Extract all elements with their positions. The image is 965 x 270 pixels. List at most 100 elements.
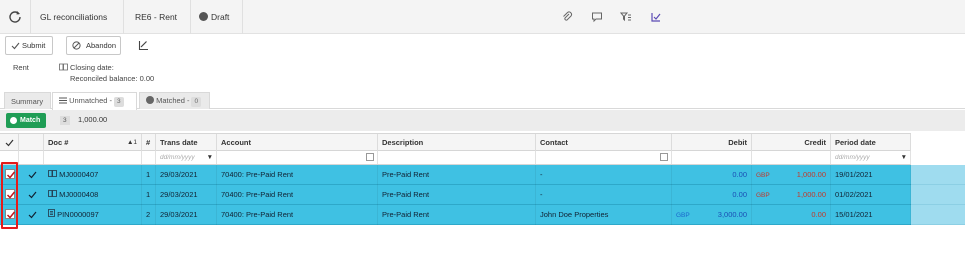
top-bar: GL reconciliations RE6 - Rent Draft (0, 0, 965, 34)
header-account[interactable]: Account (217, 134, 378, 151)
dropdown-arrow-icon[interactable]: ▼ (901, 151, 907, 164)
filter-doc[interactable] (44, 151, 142, 164)
period-date: 01/02/2021 (831, 185, 911, 205)
description-cell: Pre-Paid Rent (378, 205, 536, 225)
tasks-icon[interactable] (650, 11, 662, 23)
check-icon (5, 139, 14, 147)
table-row[interactable]: MJ0000407 1 29/03/2021 70400: Pre-Paid R… (0, 165, 965, 185)
submit-button[interactable]: Submit (5, 36, 53, 55)
expand-icon[interactable] (366, 153, 374, 161)
doc-number[interactable]: MJ0000407 (59, 170, 98, 179)
status-label: Draft (211, 12, 230, 22)
match-label: Match (20, 117, 41, 124)
refresh-icon[interactable] (8, 9, 22, 23)
header-contact[interactable]: Contact (536, 134, 672, 151)
closing-date-label: Closing date: (70, 63, 114, 72)
breadcrumb-root[interactable]: GL reconciliations (40, 0, 107, 34)
match-button[interactable]: Match (6, 113, 46, 128)
filter-trans-date[interactable]: dd/mm/yyyy ▼ (156, 151, 217, 164)
expand-icon[interactable] (660, 153, 668, 161)
abandon-label: Abandon (86, 41, 117, 50)
description-cell: Pre-Paid Rent (378, 185, 536, 205)
filter-period-date-placeholder: dd/mm/yyyy (835, 154, 870, 161)
debit-amount: 3,000.00 (717, 210, 747, 219)
filter-trans-date-placeholder: dd/mm/yyyy (160, 154, 195, 161)
draft-status-icon (199, 12, 208, 21)
header-status (19, 134, 44, 151)
tab-summary-label: Summary (11, 97, 44, 106)
breadcrumb-item[interactable]: RE6 - Rent (135, 0, 177, 34)
period-date: 19/01/2021 (831, 165, 911, 185)
doc-number[interactable]: MJ0000408 (59, 190, 98, 199)
row-overflow (911, 205, 965, 225)
account-cell: 70400: Pre-Paid Rent (217, 165, 378, 185)
book-icon (59, 63, 68, 71)
credit-currency: GBP (756, 192, 770, 199)
header-num[interactable]: # (142, 134, 156, 151)
debit-cell: 0.00 (672, 165, 752, 185)
check-icon (11, 42, 20, 50)
header-trans-date[interactable]: Trans date (156, 134, 217, 151)
submit-label: Submit (22, 41, 46, 50)
match-icon (10, 117, 17, 124)
selected-count-badge: 3 (60, 116, 70, 125)
tab-unmatched[interactable]: Unmatched -3 (52, 92, 137, 110)
comment-icon[interactable] (591, 11, 603, 23)
abandon-button[interactable]: Abandon (66, 36, 121, 55)
contact-cell: John Doe Properties (536, 205, 672, 225)
doc-number[interactable]: PIN0000097 (57, 210, 99, 219)
filter-icon[interactable] (620, 11, 632, 23)
header-debit[interactable]: Debit (672, 134, 752, 151)
match-bar: Match 3 1,000.00 (0, 110, 965, 131)
credit-cell: GBP 1,000.00 (752, 165, 831, 185)
unmatched-count-badge: 3 (114, 97, 124, 107)
invoice-icon (48, 209, 55, 217)
tab-unmatched-label: Unmatched - (69, 96, 113, 105)
chart-edit-icon[interactable] (138, 40, 149, 51)
action-bar: Submit Abandon (0, 34, 965, 58)
period-date: 15/01/2021 (831, 205, 911, 225)
filter-debit[interactable] (672, 151, 752, 164)
filter-credit[interactable] (752, 151, 831, 164)
tab-summary[interactable]: Summary (4, 92, 51, 109)
matched-check-icon (28, 191, 37, 199)
header-period-date[interactable]: Period date (831, 134, 911, 151)
tab-matched[interactable]: Matched -0 (139, 92, 210, 109)
line-number: 1 (142, 185, 156, 205)
trans-date: 29/03/2021 (156, 165, 217, 185)
filter-period-date[interactable]: dd/mm/yyyy ▼ (831, 151, 911, 164)
select-all-checkbox[interactable] (0, 134, 19, 151)
filter-account[interactable] (217, 151, 378, 164)
tab-matched-label: Matched - (156, 96, 190, 105)
credit-amount: 1,000.00 (796, 170, 826, 179)
line-number: 1 (142, 165, 156, 185)
header-doc[interactable]: Doc # ▲1 (44, 134, 142, 151)
table-row[interactable]: PIN0000097 2 29/03/2021 70400: Pre-Paid … (0, 205, 965, 225)
ban-icon (72, 41, 81, 50)
description-cell: Pre-Paid Rent (378, 165, 536, 185)
trans-date: 29/03/2021 (156, 205, 217, 225)
selection-highlight-box (1, 162, 18, 229)
filter-num[interactable] (142, 151, 156, 164)
debit-cell: 0.00 (672, 185, 752, 205)
account-cell: 70400: Pre-Paid Rent (217, 205, 378, 225)
filter-contact[interactable] (536, 151, 672, 164)
matched-check-icon (28, 171, 37, 179)
tab-bar: Summary Unmatched -3 Matched -0 (0, 90, 965, 110)
dropdown-arrow-icon[interactable]: ▼ (207, 151, 213, 164)
selected-total: 1,000.00 (78, 115, 108, 124)
header-doc-label: Doc # (48, 138, 69, 147)
filter-row: dd/mm/yyyy ▼ dd/mm/yyyy ▼ (0, 151, 911, 165)
filter-description[interactable] (378, 151, 536, 164)
grid-header: Doc # ▲1 # Trans date Account Descriptio… (0, 133, 911, 151)
line-number: 2 (142, 205, 156, 225)
journal-icon (48, 170, 57, 177)
header-credit[interactable]: Credit (752, 134, 831, 151)
filter-blank (19, 151, 44, 164)
contact-cell: - (536, 185, 672, 205)
journal-icon (48, 190, 57, 197)
table-row[interactable]: MJ0000408 1 29/03/2021 70400: Pre-Paid R… (0, 185, 965, 205)
header-description[interactable]: Description (378, 134, 536, 151)
matched-check-icon (28, 211, 37, 219)
paperclip-icon[interactable] (561, 11, 573, 23)
